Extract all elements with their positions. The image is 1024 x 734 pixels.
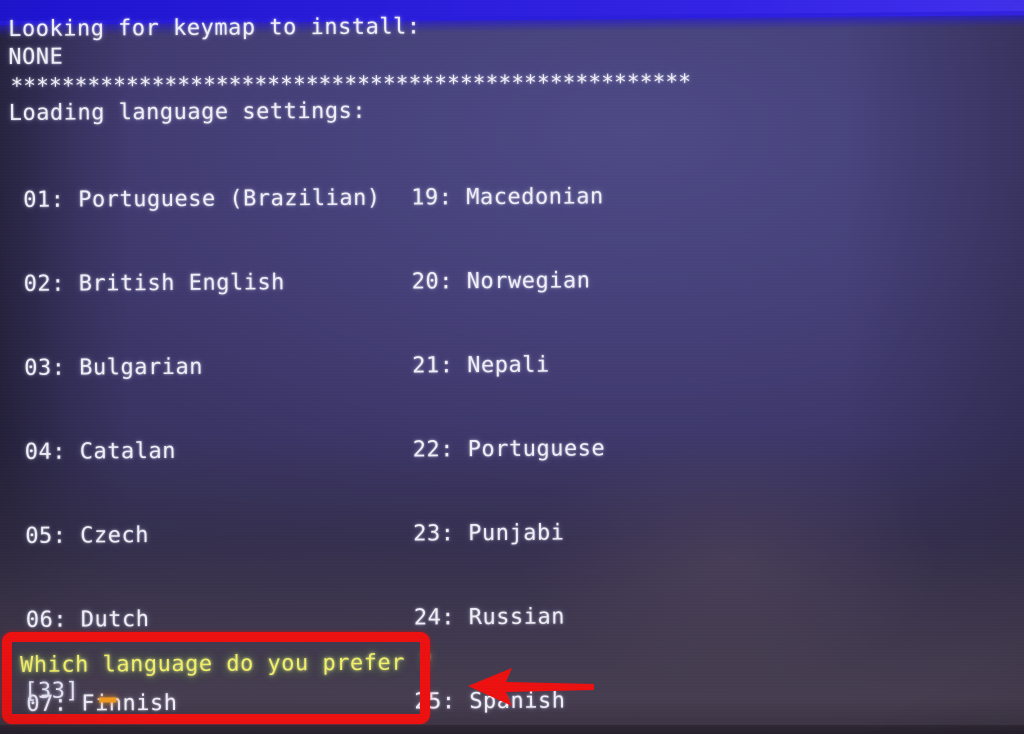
keymap-search-line: Looking for keymap to install: bbox=[8, 14, 421, 42]
list-item[interactable]: 20: Norwegian bbox=[412, 266, 893, 297]
console-text-layer: Looking for keymap to install: NONE ****… bbox=[0, 0, 1024, 734]
separator-line: ****************************************… bbox=[10, 69, 692, 98]
list-item[interactable]: 04: Catalan bbox=[25, 437, 383, 467]
language-list-right-column: 19: Macedonian 20: Norwegian 21: Nepali … bbox=[411, 126, 901, 734]
list-item[interactable]: 05: Czech bbox=[25, 521, 383, 551]
keymap-value: NONE bbox=[8, 44, 64, 70]
list-item[interactable]: 01: Portuguese (Brazilian) bbox=[23, 185, 381, 215]
list-item[interactable]: 02: British English bbox=[24, 269, 382, 299]
prompt-highlight-box bbox=[2, 632, 430, 724]
list-item[interactable]: 19: Macedonian bbox=[411, 182, 892, 213]
console-screen: Looking for keymap to install: NONE ****… bbox=[0, 0, 1024, 734]
bottom-edge-band bbox=[0, 725, 1024, 734]
list-item[interactable]: 21: Nepali bbox=[412, 350, 893, 381]
section-title: Loading language settings: bbox=[8, 98, 367, 126]
arrow-annotation bbox=[466, 666, 596, 708]
list-item[interactable]: 22: Portuguese bbox=[413, 434, 894, 465]
list-item[interactable]: 24: Russian bbox=[414, 602, 895, 633]
left-arrow-icon bbox=[468, 668, 594, 706]
list-item[interactable]: 06: Dutch bbox=[26, 605, 384, 635]
list-item[interactable]: 03: Bulgarian bbox=[24, 353, 382, 383]
list-item[interactable]: 23: Punjabi bbox=[413, 518, 894, 549]
